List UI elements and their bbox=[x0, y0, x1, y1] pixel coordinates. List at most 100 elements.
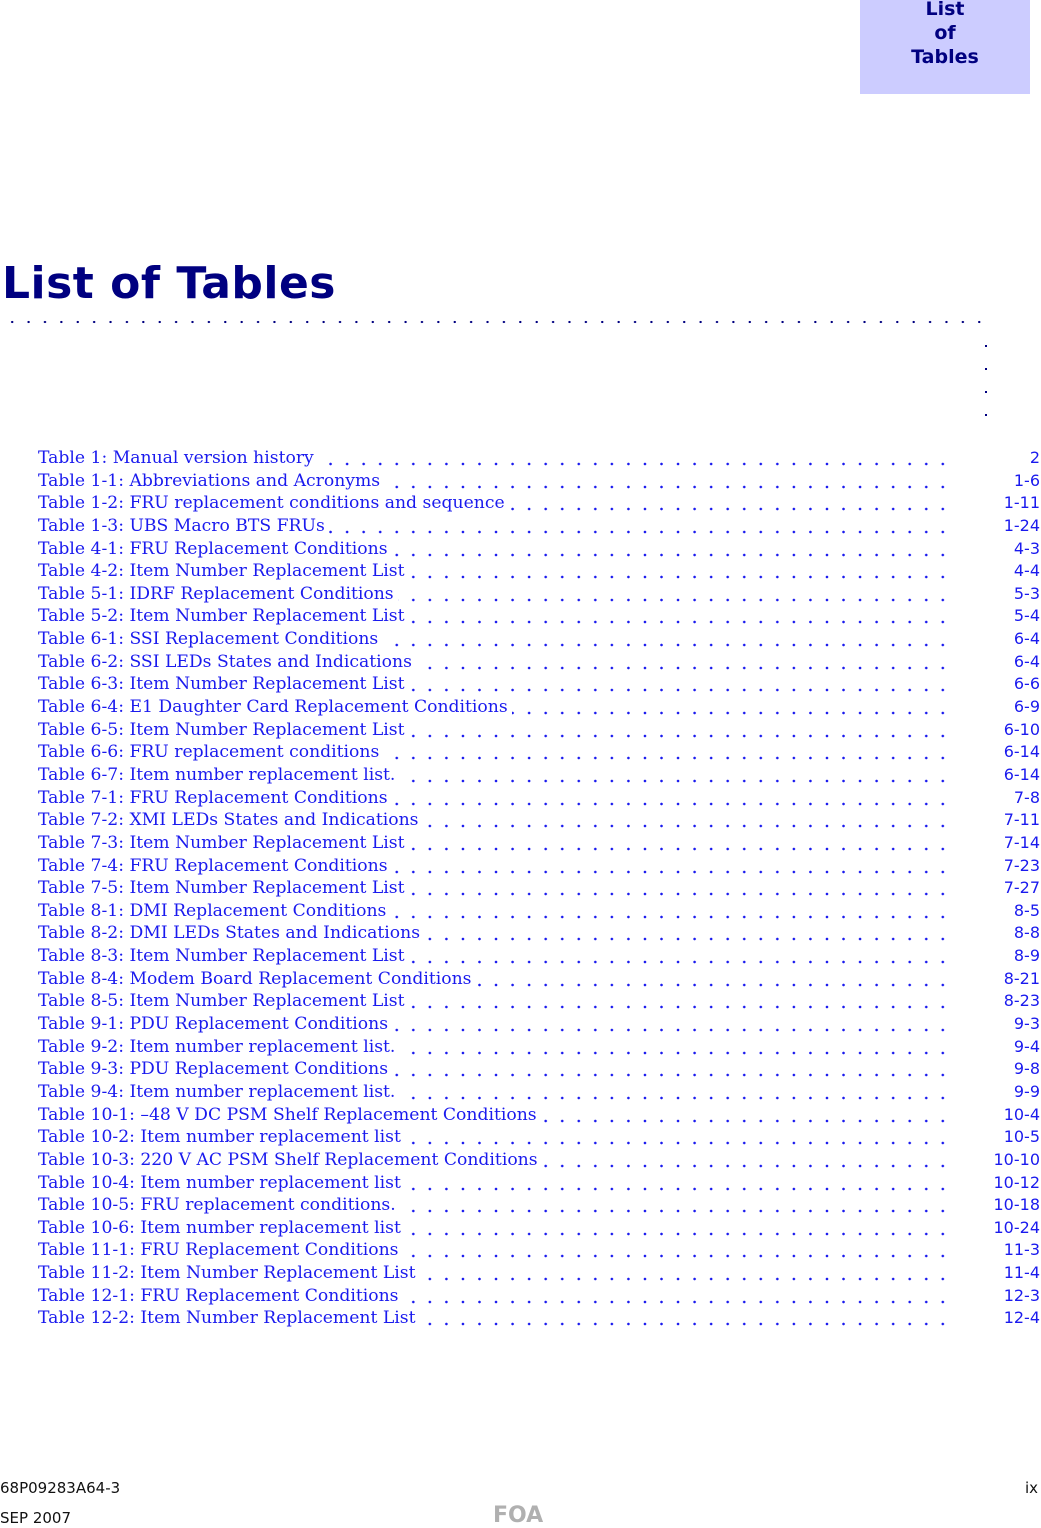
toc-entry-page[interactable]: 10-24 bbox=[994, 1217, 1041, 1240]
toc-entry[interactable]: Table 12-2: Item Number Replacement List… bbox=[38, 1307, 1041, 1330]
toc-entry-label[interactable]: Table 8-5: Item Number Replacement List bbox=[38, 990, 409, 1014]
toc-entry-label[interactable]: Table 11-1: FRU Replacement Conditions bbox=[38, 1239, 403, 1263]
toc-entry-page[interactable]: 6-6 bbox=[1014, 673, 1040, 696]
toc-entry-label[interactable]: Table 7-3: Item Number Replacement List bbox=[38, 831, 409, 855]
toc-entry-label[interactable]: Table 5-2: Item Number Replacement List bbox=[38, 605, 409, 629]
toc-entry[interactable]: Table 8-4: Modem Board Replacement Condi… bbox=[38, 967, 1041, 991]
toc-entry-page[interactable]: 10-5 bbox=[1004, 1126, 1040, 1149]
toc-entry[interactable]: Table 9-1: PDU Replacement Conditions 9-3 bbox=[38, 1013, 1041, 1036]
toc-entry-label[interactable]: Table 10-1: –48 V DC PSM Shelf Replaceme… bbox=[38, 1103, 541, 1127]
toc-entry-label[interactable]: Table 6-6: FRU replacement conditions bbox=[38, 741, 384, 764]
toc-entry-page[interactable]: 1-24 bbox=[1004, 515, 1040, 538]
toc-entry-label[interactable]: Table 8-1: DMI Replacement Conditions bbox=[38, 899, 391, 923]
toc-entry-page[interactable]: 1-11 bbox=[1004, 492, 1040, 515]
toc-entry-page[interactable]: 6-9 bbox=[1014, 696, 1040, 719]
toc-entry-page[interactable]: 4-3 bbox=[1014, 538, 1040, 561]
toc-entry[interactable]: Table 4-2: Item Number Replacement List 4… bbox=[38, 560, 1041, 583]
toc-entry-page[interactable]: 6-4 bbox=[1014, 628, 1040, 651]
toc-entry-page[interactable]: 10-12 bbox=[994, 1172, 1041, 1195]
toc-entry[interactable]: Table 8-1: DMI Replacement Conditions 8-5 bbox=[38, 899, 1041, 923]
toc-entry[interactable]: Table 5-2: Item Number Replacement List 5… bbox=[38, 605, 1041, 629]
toc-entry[interactable]: Table 7-2: XMI LEDs States and Indicatio… bbox=[38, 809, 1041, 832]
toc-entry-label[interactable]: Table 9-3: PDU Replacement Conditions bbox=[38, 1058, 393, 1081]
toc-entry-label[interactable]: Table 11-2: Item Number Replacement List bbox=[38, 1262, 420, 1285]
toc-entry-page[interactable]: 8-8 bbox=[1014, 922, 1040, 945]
toc-entry-page[interactable]: 11-4 bbox=[1004, 1262, 1040, 1285]
toc-entry-label[interactable]: Table 1-1: Abbreviations and Acronyms bbox=[38, 469, 385, 493]
toc-entry[interactable]: Table 10-1: –48 V DC PSM Shelf Replaceme… bbox=[38, 1103, 1041, 1127]
toc-entry[interactable]: Table 6-5: Item Number Replacement List 6… bbox=[38, 718, 1041, 742]
toc-entry[interactable]: Table 6-7: Item number replacement list.… bbox=[38, 763, 1041, 787]
toc-entry[interactable]: Table 4-1: FRU Replacement Conditions 4-3 bbox=[38, 537, 1041, 561]
toc-entry[interactable]: Table 9-4: Item number replacement list.… bbox=[38, 1080, 1041, 1104]
toc-entry-page[interactable]: 10-4 bbox=[1004, 1104, 1040, 1127]
toc-entry-page[interactable]: 8-9 bbox=[1014, 945, 1040, 968]
toc-entry[interactable]: Table 6-4: E1 Daughter Card Replacement … bbox=[38, 696, 1041, 719]
toc-entry[interactable]: Table 1-1: Abbreviations and Acronyms 1-6 bbox=[38, 469, 1041, 493]
toc-entry-label[interactable]: Table 6-5: Item Number Replacement List bbox=[38, 718, 409, 742]
toc-entry-page[interactable]: 9-4 bbox=[1014, 1036, 1040, 1059]
toc-entry-page[interactable]: 6-14 bbox=[1004, 764, 1040, 787]
toc-entry-page[interactable]: 10-10 bbox=[994, 1149, 1041, 1172]
toc-entry-label[interactable]: Table 1-3: UBS Macro BTS FRUs bbox=[38, 514, 329, 538]
toc-entry-label[interactable]: Table 10-5: FRU replacement conditions. bbox=[38, 1194, 400, 1217]
toc-entry[interactable]: Table 6-3: Item Number Replacement List 6… bbox=[38, 673, 1041, 697]
toc-entry[interactable]: Table 10-5: FRU replacement conditions. 1… bbox=[38, 1194, 1041, 1217]
toc-entry-page[interactable]: 1-6 bbox=[1014, 470, 1040, 493]
toc-entry-page[interactable]: 7-27 bbox=[1004, 877, 1040, 900]
toc-entry[interactable]: Table 1-2: FRU replacement conditions an… bbox=[38, 492, 1041, 515]
toc-entry[interactable]: Table 10-3: 220 V AC PSM Shelf Replaceme… bbox=[38, 1148, 1041, 1172]
toc-entry-label[interactable]: Table 5-1: IDRF Replacement Conditions bbox=[38, 582, 398, 606]
toc-entry[interactable]: Table 6-2: SSI LEDs States and Indicatio… bbox=[38, 650, 1041, 674]
toc-entry-label[interactable]: Table 10-2: Item number replacement list bbox=[38, 1126, 405, 1149]
toc-entry[interactable]: Table 7-4: FRU Replacement Conditions 7-2… bbox=[38, 854, 1041, 878]
toc-entry[interactable]: Table 6-1: SSI Replacement Conditions 6-4 bbox=[38, 628, 1041, 651]
toc-entry-label[interactable]: Table 9-4: Item number replacement list. bbox=[38, 1080, 400, 1104]
toc-entry[interactable]: Table 7-3: Item Number Replacement List 7… bbox=[38, 831, 1041, 855]
toc-entry[interactable]: Table 5-1: IDRF Replacement Conditions 5-… bbox=[38, 582, 1041, 606]
toc-entry[interactable]: Table 11-1: FRU Replacement Conditions 11… bbox=[38, 1239, 1041, 1263]
toc-entry[interactable]: Table 12-1: FRU Replacement Conditions 12… bbox=[38, 1284, 1041, 1308]
toc-entry-page[interactable]: 8-23 bbox=[1004, 990, 1040, 1013]
toc-entry-label[interactable]: Table 6-4: E1 Daughter Card Replacement … bbox=[38, 696, 512, 719]
toc-entry-page[interactable]: 9-9 bbox=[1014, 1081, 1040, 1104]
toc-entry[interactable]: Table 9-3: PDU Replacement Conditions 9-8 bbox=[38, 1058, 1041, 1081]
toc-entry[interactable]: Table 7-1: FRU Replacement Conditions 7-8 bbox=[38, 786, 1041, 810]
toc-entry-page[interactable]: 12-3 bbox=[1004, 1285, 1040, 1308]
toc-entry-page[interactable]: 7-23 bbox=[1004, 855, 1040, 878]
toc-entry[interactable]: Table 8-3: Item Number Replacement List 8… bbox=[38, 945, 1041, 968]
toc-entry-label[interactable]: Table 7-2: XMI LEDs States and Indicatio… bbox=[38, 809, 423, 832]
toc-entry-label[interactable]: Table 9-1: PDU Replacement Conditions bbox=[38, 1013, 393, 1036]
toc-entry-page[interactable]: 7-11 bbox=[1004, 809, 1040, 832]
toc-entry-label[interactable]: Table 8-2: DMI LEDs States and Indicatio… bbox=[38, 922, 425, 946]
toc-entry-page[interactable]: 7-8 bbox=[1014, 787, 1040, 810]
toc-entry[interactable]: Table 10-4: Item number replacement list… bbox=[38, 1171, 1041, 1195]
toc-entry-label[interactable]: Table 1-2: FRU replacement conditions an… bbox=[38, 492, 509, 515]
toc-entry-label[interactable]: Table 7-4: FRU Replacement Conditions bbox=[38, 854, 392, 878]
toc-entry-page[interactable]: 6-4 bbox=[1014, 651, 1040, 674]
toc-entry-page[interactable]: 11-3 bbox=[1004, 1239, 1040, 1262]
toc-entry-page[interactable]: 10-18 bbox=[994, 1194, 1041, 1217]
toc-entry-page[interactable]: 12-4 bbox=[1004, 1307, 1040, 1330]
toc-entry-page[interactable]: 2 bbox=[1030, 447, 1040, 470]
toc-entry-label[interactable]: Table 4-1: FRU Replacement Conditions bbox=[38, 537, 392, 561]
toc-entry[interactable]: Table 10-6: Item number replacement list… bbox=[38, 1216, 1041, 1240]
toc-entry-label[interactable]: Table 7-5: Item Number Replacement List bbox=[38, 877, 409, 900]
toc-entry-page[interactable]: 8-21 bbox=[1004, 968, 1040, 991]
toc-entry-page[interactable]: 9-3 bbox=[1014, 1013, 1040, 1036]
toc-entry-label[interactable]: Table 8-3: Item Number Replacement List bbox=[38, 945, 409, 968]
toc-entry-label[interactable]: Table 6-2: SSI LEDs States and Indicatio… bbox=[38, 650, 416, 674]
toc-entry[interactable]: Table 8-2: DMI LEDs States and Indicatio… bbox=[38, 922, 1041, 946]
toc-entry[interactable]: Table 7-5: Item Number Replacement List 7… bbox=[38, 877, 1041, 900]
toc-entry-label[interactable]: Table 8-4: Modem Board Replacement Condi… bbox=[38, 967, 476, 991]
toc-entry[interactable]: Table 11-2: Item Number Replacement List… bbox=[38, 1262, 1041, 1285]
toc-entry-page[interactable]: 4-4 bbox=[1014, 560, 1040, 583]
toc-entry-label[interactable]: Table 10-6: Item number replacement list bbox=[38, 1216, 405, 1240]
toc-entry[interactable]: Table 6-6: FRU replacement conditions 6-1… bbox=[38, 741, 1041, 764]
toc-entry-label[interactable]: Table 12-1: FRU Replacement Conditions bbox=[38, 1284, 403, 1308]
toc-entry-label[interactable]: Table 4-2: Item Number Replacement List bbox=[38, 560, 409, 583]
toc-entry-page[interactable]: 6-14 bbox=[1004, 741, 1040, 764]
toc-entry-page[interactable]: 6-10 bbox=[1004, 719, 1040, 742]
toc-entry-page[interactable]: 5-4 bbox=[1014, 605, 1040, 628]
toc-entry[interactable]: Table 1: Manual version history 2 bbox=[38, 447, 1041, 470]
